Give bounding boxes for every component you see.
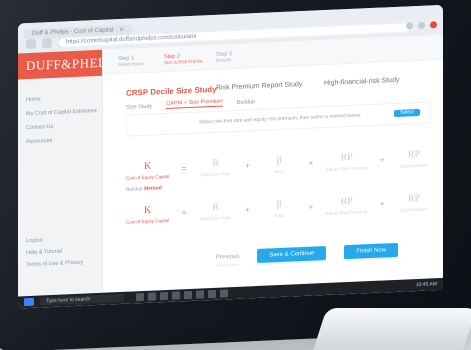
- operator: =: [181, 163, 187, 173]
- formula-caption: Risk-Free Rate: [200, 170, 231, 177]
- formula-symbol: β: [276, 154, 282, 166]
- save-continue-button[interactable]: Save & Continue: [257, 245, 327, 264]
- formula-term[interactable]: RP Equity Risk Premium: [325, 151, 368, 172]
- formula-term[interactable]: β Beta: [262, 198, 296, 218]
- formula-term[interactable]: β Beta: [262, 154, 296, 174]
- step-3[interactable]: Step 3 Results: [216, 51, 232, 64]
- operator: =: [181, 207, 187, 217]
- monitor-screen: Duff & Phelps - Cost of Capital × https:…: [18, 4, 443, 309]
- file-explorer-icon[interactable]: [148, 292, 156, 301]
- app: DUFF&PHELPS Home My Cost of Capital Esti…: [18, 34, 443, 297]
- operator: +: [379, 198, 385, 209]
- formula-buildup: Buildup Method K Cost of Equity Capital = R…: [126, 181, 431, 234]
- sidebar-item-help[interactable]: Help & Tutorial: [26, 248, 83, 257]
- monitor: Duff & Phelps - Cost of Capital × https:…: [0, 0, 471, 350]
- formula-caption: Equity Risk Premium: [325, 208, 368, 216]
- formula-symbol: β: [276, 198, 282, 210]
- formula-symbol: R: [212, 201, 220, 213]
- selection-panel-text: Select risk-free rate and equity risk pr…: [199, 112, 361, 126]
- brand-logo: DUFF&PHELPS: [18, 49, 122, 80]
- formula-symbol: R: [212, 157, 220, 169]
- system-tray-clock: 10:45 AM: [415, 281, 437, 289]
- formula-caption: Beta: [274, 212, 284, 218]
- sidebar: DUFF&PHELPS Home My Cost of Capital Esti…: [18, 49, 122, 297]
- formula-caption: Beta: [274, 168, 284, 174]
- floor-shadow: [0, 316, 471, 350]
- formula-caption: Size Premium: [399, 206, 428, 213]
- formula-caption: Size Premium: [399, 162, 428, 169]
- action-bar: Previous Save & Continue Finish Now: [216, 242, 399, 265]
- operator: +: [245, 160, 250, 171]
- formula-symbol: RP: [340, 195, 353, 207]
- formula-caption: Cost of Equity Capital: [126, 173, 170, 181]
- formula-symbol: RP: [340, 151, 353, 163]
- taskbar-icons: [136, 289, 228, 302]
- calendar-icon[interactable]: [184, 290, 192, 300]
- sidebar-item-estimates[interactable]: My Cost of Capital Estimates: [26, 108, 97, 117]
- formula-symbol: RP: [407, 148, 421, 160]
- formula-term[interactable]: RP Equity Risk Premium: [325, 195, 368, 216]
- formula-term[interactable]: K Cost of Equity Capital: [126, 203, 169, 224]
- sidebar-footer: Logout Help & Tutorial Terms of Use & Pr…: [26, 230, 83, 274]
- notification-icon[interactable]: [430, 21, 437, 29]
- extensions-icon[interactable]: [406, 22, 413, 30]
- operator: +: [379, 154, 385, 165]
- formula-caption: Equity Risk Premium: [325, 164, 368, 172]
- sidebar-item-terms[interactable]: Terms of Use & Privacy: [26, 260, 83, 268]
- headline-left[interactable]: CRSP Decile Size Study: [126, 85, 217, 98]
- formula-term[interactable]: RP Size Premium: [397, 148, 431, 168]
- formula-caption: Risk-Free Rate: [200, 214, 231, 221]
- start-icon[interactable]: [24, 297, 34, 307]
- headline-middle[interactable]: Risk Premium Report Study: [216, 81, 302, 92]
- formula-term[interactable]: RP Size Premium: [397, 192, 431, 212]
- close-icon[interactable]: ×: [119, 25, 124, 34]
- subtab-buildup[interactable]: Buildup: [237, 99, 255, 106]
- step-1[interactable]: Step 1 Select Inputs: [118, 55, 144, 68]
- formula-caption: Cost of Equity Capital: [126, 217, 170, 225]
- formula-term[interactable]: K Cost of Equity Capital: [126, 159, 169, 180]
- subtabs: Size Study CAPM + Size Premium Buildup: [126, 97, 255, 111]
- formula-row-2: K Cost of Equity Capital = R Risk-Free Rate +…: [126, 181, 431, 234]
- word-icon[interactable]: [208, 289, 216, 299]
- step-2-sub: Size & Risk Premia: [164, 58, 203, 66]
- store-icon[interactable]: [196, 290, 204, 299]
- formula-symbol: RP: [407, 192, 421, 204]
- formula-term[interactable]: R Risk-Free Rate: [199, 201, 233, 221]
- browser-icon[interactable]: [160, 291, 168, 301]
- subtab-size-study[interactable]: Size Study: [126, 104, 152, 111]
- main: Step 1 Select Inputs Step 2 Size & Risk …: [104, 34, 443, 293]
- task-view-icon[interactable]: [136, 292, 144, 302]
- buildup-method: Method: [144, 185, 162, 192]
- sidebar-item-resources[interactable]: Resources: [26, 136, 94, 145]
- formula-symbol: K: [144, 160, 152, 172]
- formula-buildup-label: Buildup Method: [126, 185, 162, 193]
- excel-icon[interactable]: [220, 289, 228, 298]
- back-icon[interactable]: [26, 38, 36, 50]
- sidebar-item-contact[interactable]: Contact Us: [26, 122, 94, 131]
- formula-term[interactable]: R Risk-Free Rate: [199, 157, 233, 177]
- buildup-label: Buildup: [126, 186, 143, 193]
- sidebar-item-home[interactable]: Home: [26, 94, 94, 103]
- operator: ×: [308, 158, 314, 168]
- operator: +: [308, 202, 314, 212]
- previous-button[interactable]: Previous: [216, 250, 239, 265]
- select-button[interactable]: Select: [394, 108, 420, 118]
- step-1-sub: Select Inputs: [118, 60, 145, 68]
- step-3-sub: Results: [216, 57, 232, 63]
- taskbar-search[interactable]: Type here to search: [40, 293, 124, 306]
- operator: +: [245, 204, 250, 215]
- sidebar-item-logout[interactable]: Logout: [26, 236, 83, 244]
- bookmark-icon[interactable]: [418, 21, 425, 29]
- browser-actions: [406, 21, 437, 30]
- subtab-capm-size[interactable]: CAPM + Size Premium: [166, 98, 223, 109]
- finish-now-button[interactable]: Finish Now: [344, 242, 399, 260]
- mail-icon[interactable]: [172, 291, 180, 300]
- formula-symbol: K: [144, 204, 152, 216]
- headline-right[interactable]: High-financial-risk Study: [324, 77, 399, 87]
- forward-icon[interactable]: [42, 37, 52, 49]
- step-2[interactable]: Step 2 Size & Risk Premia: [164, 52, 203, 66]
- sidebar-nav: Home My Cost of Capital Estimates Contac…: [18, 76, 102, 146]
